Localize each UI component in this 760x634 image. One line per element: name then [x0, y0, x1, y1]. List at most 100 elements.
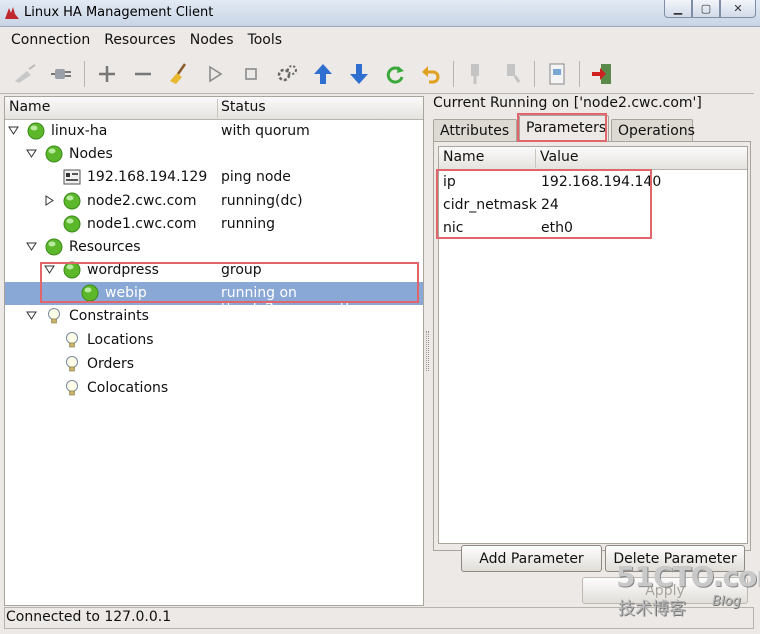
- tree-label: node1.cwc.com: [87, 216, 197, 232]
- tree-label: Orders: [87, 356, 135, 372]
- tree-label: linux-ha: [51, 123, 108, 139]
- param-value: 192.168.194.140: [541, 174, 662, 190]
- tree-row-node1[interactable]: node1.cwc.com running: [5, 213, 423, 236]
- disconnect-button[interactable]: [44, 57, 80, 91]
- toolbar: [0, 55, 754, 93]
- tree-col-status[interactable]: Status: [217, 99, 266, 118]
- lightbulb-icon: [66, 332, 78, 348]
- plug-icon: [51, 69, 71, 79]
- tree-col-name[interactable]: Name: [9, 99, 50, 115]
- maximize-button[interactable]: ▢: [692, 0, 720, 18]
- remove-button[interactable]: [125, 57, 161, 91]
- tree-row-nodes[interactable]: Nodes: [5, 143, 423, 166]
- tree-row-node2[interactable]: node2.cwc.com running(dc): [5, 190, 423, 213]
- connect-button[interactable]: [8, 57, 44, 91]
- apply-button[interactable]: Apply: [582, 577, 748, 604]
- expanded-arrow-icon[interactable]: [26, 148, 37, 159]
- params-col-name[interactable]: Name: [443, 149, 484, 165]
- move-down-button[interactable]: [341, 57, 377, 91]
- params-header: Name Value: [439, 147, 747, 170]
- tree-label: node2.cwc.com: [87, 193, 197, 209]
- document-icon: [549, 63, 565, 85]
- tree-status: running: [221, 216, 276, 232]
- toolbar-separator: [579, 61, 580, 87]
- broom-icon: [170, 63, 187, 84]
- lightbulb-icon: [66, 356, 78, 372]
- tree-row-orders[interactable]: Orders: [5, 353, 423, 376]
- minimize-button[interactable]: ▁: [664, 0, 692, 18]
- exit-button[interactable]: [584, 57, 620, 91]
- tree-status: group: [221, 262, 262, 278]
- tree-label: 192.168.194.129: [87, 169, 208, 185]
- params-col-value[interactable]: Value: [535, 149, 578, 168]
- pane-splitter[interactable]: [425, 96, 430, 606]
- gear-icon: [277, 65, 297, 82]
- expanded-arrow-icon[interactable]: [44, 264, 55, 275]
- menu-connection[interactable]: Connection: [4, 32, 97, 48]
- status-green-icon: [27, 122, 45, 140]
- tree-row-colocations[interactable]: Colocations: [5, 377, 423, 400]
- tree-row-resources[interactable]: Resources: [5, 236, 423, 259]
- status-green-icon: [63, 215, 81, 233]
- parameters-table[interactable]: Name Value ip 192.168.194.140 cidr_netma…: [438, 146, 748, 544]
- toolbar-separator: [534, 61, 535, 87]
- tab-attributes[interactable]: Attributes: [433, 119, 517, 143]
- plus-icon: [99, 66, 115, 82]
- menu-bar: Connection Resources Nodes Tools: [0, 28, 754, 52]
- add-parameter-button[interactable]: Add Parameter: [461, 545, 602, 572]
- expanded-arrow-icon[interactable]: [26, 310, 37, 321]
- tree-label: Nodes: [69, 146, 113, 162]
- collapsed-arrow-icon[interactable]: [44, 195, 55, 206]
- parameters-panel: Name Value ip 192.168.194.140 cidr_netma…: [433, 141, 751, 551]
- resource-tree[interactable]: Name Status linux-ha with quorum Nodes 1…: [4, 96, 424, 606]
- tree-row-constraints[interactable]: Constraints: [5, 305, 423, 328]
- table-row[interactable]: cidr_netmask 24: [439, 194, 747, 217]
- delete-parameter-button[interactable]: Delete Parameter: [605, 545, 745, 572]
- tree-label: wordpress: [87, 262, 159, 278]
- menu-resources[interactable]: Resources: [97, 32, 183, 48]
- table-row[interactable]: nic eth0: [439, 217, 747, 240]
- minimize-icon: ▁: [673, 2, 683, 15]
- table-row[interactable]: ip 192.168.194.140: [439, 171, 747, 194]
- expanded-arrow-icon[interactable]: [26, 241, 37, 252]
- tree-row-cluster[interactable]: linux-ha with quorum: [5, 120, 423, 143]
- tree-row-webip[interactable]: webip running on ['node2.cwc.com']: [5, 282, 423, 317]
- view-button[interactable]: [539, 57, 575, 91]
- stop-button[interactable]: [233, 57, 269, 91]
- tab-parameters[interactable]: Parameters: [519, 115, 609, 143]
- close-button[interactable]: ✕: [720, 0, 756, 18]
- tree-row-ping-node[interactable]: 192.168.194.129 ping node: [5, 166, 423, 189]
- refresh-button[interactable]: [377, 57, 413, 91]
- start-button[interactable]: [197, 57, 233, 91]
- window-title: Linux HA Management Client: [24, 5, 214, 20]
- close-icon: ✕: [733, 2, 743, 15]
- tab-operations[interactable]: Operations: [611, 119, 695, 143]
- splitter-grip: [426, 331, 429, 371]
- menu-tools[interactable]: Tools: [241, 32, 290, 48]
- add-button[interactable]: [89, 57, 125, 91]
- refresh-icon: [386, 66, 404, 84]
- lightbulb-icon: [48, 308, 60, 324]
- tree-row-wordpress[interactable]: wordpress group: [5, 259, 423, 282]
- title-bar: Linux HA Management Client ▁ ▢ ✕: [0, 0, 760, 27]
- toolbar-separator: [453, 61, 454, 87]
- tree-status: running(dc): [221, 193, 303, 209]
- tree-label: Resources: [69, 239, 141, 255]
- tree-header: Name Status: [5, 97, 423, 120]
- status-bar: Connected to 127.0.0.1: [4, 607, 754, 629]
- tree-status: ping node: [221, 169, 291, 185]
- tree-label: Constraints: [69, 308, 149, 324]
- play-icon: [209, 65, 223, 83]
- tree-row-locations[interactable]: Locations: [5, 329, 423, 352]
- settings-button[interactable]: [269, 57, 305, 91]
- cleanup-button[interactable]: [161, 57, 197, 91]
- move-up-button[interactable]: [305, 57, 341, 91]
- active-button[interactable]: [494, 57, 530, 91]
- expanded-arrow-icon[interactable]: [8, 125, 19, 136]
- undo-button[interactable]: [413, 57, 449, 91]
- menu-nodes[interactable]: Nodes: [183, 32, 241, 48]
- details-pane: Current Running on ['node2.cwc.com'] Att…: [431, 93, 754, 606]
- standby-button[interactable]: [458, 57, 494, 91]
- param-name: nic: [443, 220, 464, 236]
- node-standby-icon: [471, 64, 479, 84]
